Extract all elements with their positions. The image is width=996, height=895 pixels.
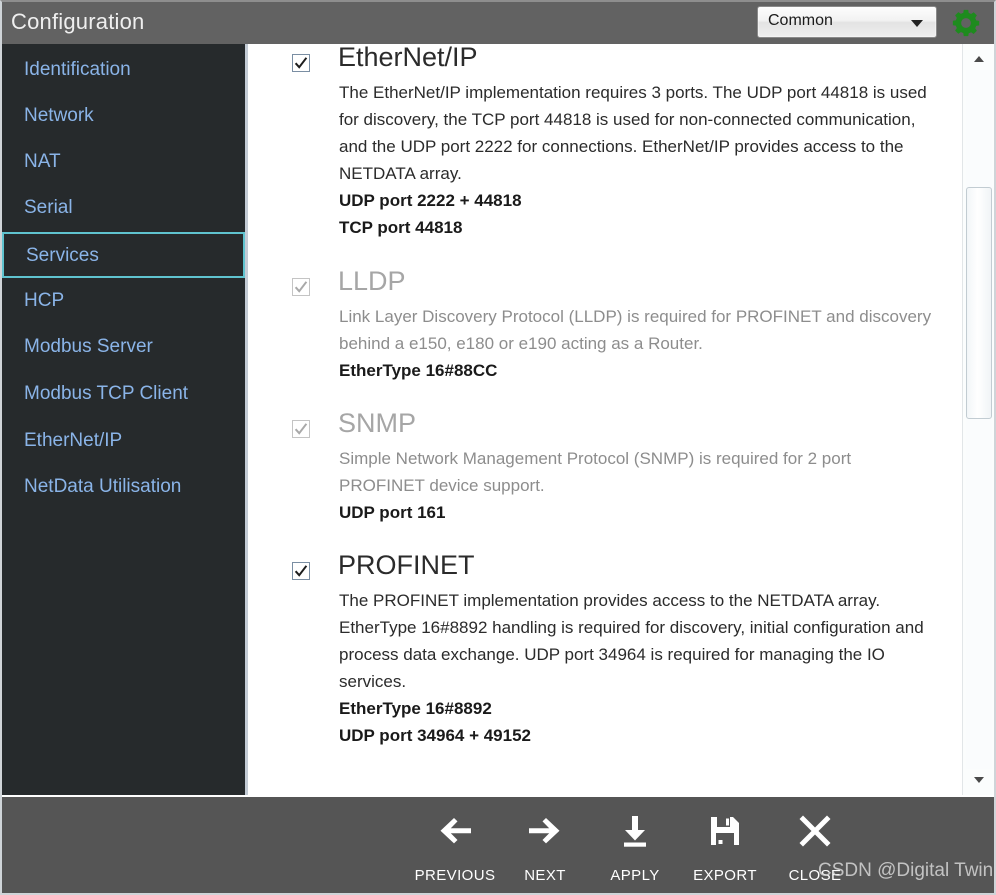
save-floppy-icon [703,809,747,853]
service-title: PROFINET [338,550,475,580]
scroll-down-arrow-icon[interactable] [966,769,992,791]
next-button[interactable]: NEXT [500,809,590,889]
service-title: SNMP [338,408,417,438]
service-port-line: UDP port 34964 + 49152 [339,726,531,745]
checkbox-ethernet-ip[interactable] [292,54,310,72]
toolbar-button-label: EXPORT [693,867,757,884]
scrollbar-track[interactable] [966,70,992,769]
toolbar-button-label: APPLY [610,867,660,884]
watermark: CSDN @Digital Twin [818,860,994,881]
checkbox-profinet[interactable] [292,562,310,580]
sidebar-item-services[interactable]: Services [2,232,245,278]
service-ports: EtherType 16#8892 UDP port 34964 + 49152 [339,695,939,749]
sidebar-item-label: Network [24,105,94,126]
gear-icon[interactable] [950,8,982,38]
sidebar-item-label: Serial [24,197,73,218]
scrollbar-thumb[interactable] [966,187,992,419]
sidebar-item-label: NAT [24,151,61,172]
sidebar-item-identification[interactable]: Identification [2,48,245,94]
service-ports: UDP port 161 [339,499,939,526]
sidebar-item-label: Identification [24,59,131,80]
sidebar-item-label: HCP [24,290,65,311]
service-port-line: UDP port 161 [339,503,446,522]
sidebar-item-modbus-server[interactable]: Modbus Server [2,325,245,371]
scroll-up-arrow-icon[interactable] [966,48,992,70]
sidebar-item-label: Services [26,245,99,266]
checkbox-lldp[interactable] [292,278,310,296]
profile-dropdown-value: Common [768,12,833,29]
toolbar-button-label: PREVIOUS [414,867,496,884]
download-icon [613,809,657,853]
arrow-right-icon [523,809,567,853]
service-title: EtherNet/IP [338,44,478,72]
arrow-left-icon [433,809,477,853]
service-port-line: UDP port 2222 + 44818 [339,191,522,210]
service-description: Simple Network Management Protocol (SNMP… [339,449,852,495]
service-description: Link Layer Discovery Protocol (LLDP) is … [339,307,932,353]
sidebar-item-nat[interactable]: NAT [2,140,245,186]
service-port-line: EtherType 16#8892 [339,699,492,718]
page-title: Configuration [11,9,145,34]
sidebar-item-label: Modbus TCP Client [24,383,189,404]
close-x-icon [793,809,837,853]
checkbox-snmp[interactable] [292,420,310,438]
service-description: The PROFINET implementation provides acc… [339,591,924,691]
title-bar: Configuration Common [0,0,996,44]
service-ports: UDP port 2222 + 44818 TCP port 44818 [339,187,939,241]
previous-button[interactable]: PREVIOUS [410,809,500,889]
sidebar-item-hcp[interactable]: HCP [2,279,245,325]
service-port-line: TCP port 44818 [339,218,463,237]
service-port-line: EtherType 16#88CC [339,361,498,380]
sidebar-item-modbus-tcp-client[interactable]: Modbus TCP Client [2,372,245,418]
sidebar-nav: Identification Network NAT Serial Services HC… [2,44,245,795]
sidebar-item-label: NetData Utilisation [24,476,182,497]
services-list: EtherNet/IP The EtherNet/IP implementatio… [248,44,960,795]
chevron-down-icon [911,20,923,27]
sidebar-item-serial[interactable]: Serial [2,186,245,232]
toolbar-button-label: NEXT [524,867,566,884]
sidebar-item-label: EtherNet/IP [24,430,123,451]
sidebar-item-ethernet-ip[interactable]: EtherNet/IP [2,419,245,465]
sidebar-item-netdata-utilisation[interactable]: NetData Utilisation [2,465,245,511]
sidebar-item-label: Modbus Server [24,336,153,357]
profile-dropdown[interactable]: Common [757,6,937,38]
service-ports: EtherType 16#88CC [339,357,939,384]
service-title: LLDP [338,266,406,296]
export-button[interactable]: EXPORT [680,809,770,889]
content-scrollbar[interactable] [962,44,994,795]
apply-button[interactable]: APPLY [590,809,680,889]
service-description: The EtherNet/IP implementation requires … [339,83,927,183]
configuration-window: Configuration Common Identification Netwo… [0,0,996,895]
sidebar-item-network[interactable]: Network [2,94,245,140]
